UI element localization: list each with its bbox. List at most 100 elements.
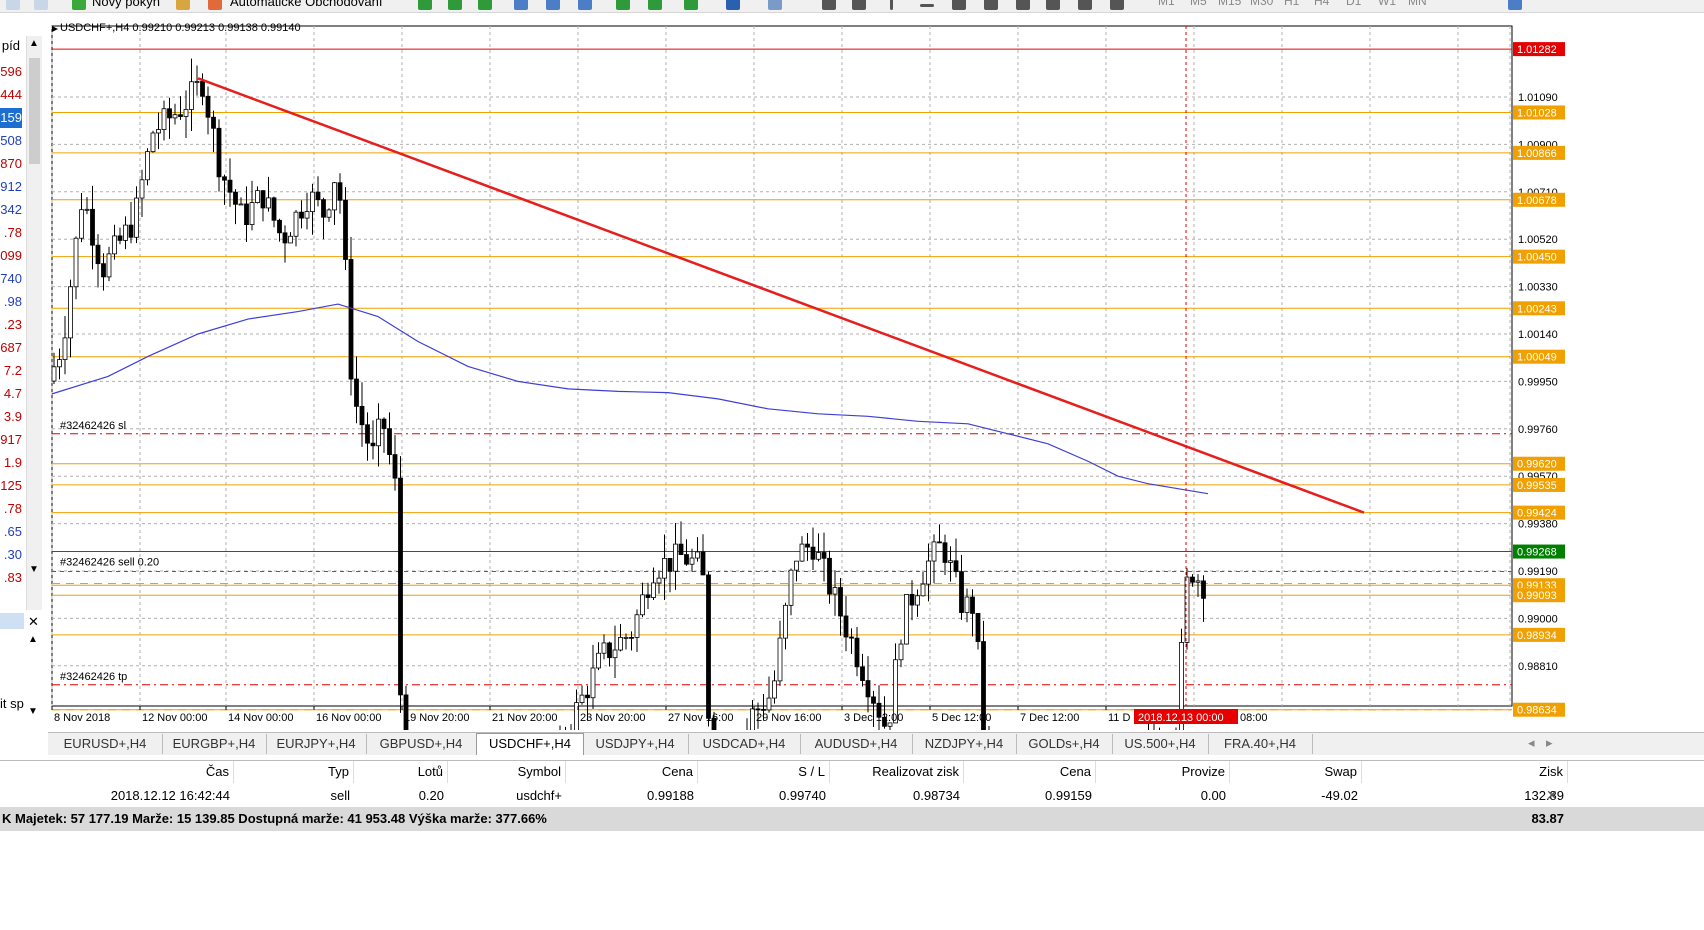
metaeditor-icon[interactable] [176,0,190,10]
market-watch-row[interactable]: .23 [0,315,22,335]
scroll-up-icon[interactable]: ▲ [28,634,38,645]
market-watch-row[interactable]: .83 [0,568,22,588]
market-watch-row[interactable]: 3.9 [0,407,22,427]
candle-body [667,558,673,572]
timeframe-h4[interactable]: H4 [1314,0,1329,8]
market-watch-row[interactable]: 444 [0,85,22,105]
chart-shift-icon[interactable] [616,0,630,10]
market-watch-row[interactable]: 342 [0,200,22,220]
market-watch-row[interactable]: 7.2 [0,361,22,381]
column-header[interactable]: S / L [698,761,830,783]
scroll-down-icon[interactable]: ▼ [29,564,39,575]
market-watch-row[interactable]: 740 [0,269,22,289]
trendline-icon[interactable] [952,0,966,10]
market-watch-row[interactable]: 1.9 [0,453,22,473]
column-header[interactable]: Symbol [448,761,566,783]
indicators-icon[interactable] [684,0,698,10]
channel-icon[interactable] [984,0,998,10]
timeframe-h1[interactable]: H1 [1284,0,1299,8]
market-watch-row[interactable]: 596 [0,62,22,82]
label-icon[interactable] [1078,0,1092,10]
column-header[interactable]: Provize [1096,761,1230,783]
market-watch-row[interactable]: 917 [0,430,22,450]
timeframe-m30[interactable]: M30 [1250,0,1273,8]
market-watch-row[interactable]: 870 [0,154,22,174]
scroll-down-icon[interactable]: ▼ [28,706,38,717]
close-icon[interactable]: ✕ [28,614,39,630]
zoom-window-icon[interactable] [34,0,48,10]
market-watch-row[interactable]: .78 [0,223,22,243]
timeframe-m1[interactable]: M1 [1158,0,1175,8]
market-watch-row[interactable]: 687 [0,338,22,358]
column-header[interactable]: Zisk [1362,761,1568,783]
bar-chart-icon[interactable] [418,0,432,10]
close-position-icon[interactable]: ✕ [1546,787,1558,804]
market-watch-scrollbar[interactable]: ▲ ▼ [26,36,42,610]
column-header[interactable]: Swap [1230,761,1362,783]
cursor-icon[interactable] [822,0,836,10]
new-order-icon[interactable] [72,0,86,10]
line-chart-icon[interactable] [478,0,492,10]
market-watch-row[interactable]: 912 [0,177,22,197]
periods-icon[interactable] [726,0,740,10]
market-watch-row[interactable]: .78 [0,499,22,519]
tab-scroll-right-icon[interactable]: ▸ [1546,735,1553,751]
market-watch-row[interactable]: .65 [0,522,22,542]
timeframe-mn[interactable]: MN [1408,0,1427,8]
crosshair-icon[interactable] [852,0,866,10]
column-header[interactable]: Cena [964,761,1096,783]
tab-gbpusd-h4[interactable]: GBPUSD+,H4 [366,734,477,754]
auto-trading-button[interactable]: Automatické Obchodování [230,0,382,9]
tab-eurgbp-h4[interactable]: EURGBP+,H4 [162,734,267,754]
scroll-up-icon[interactable]: ▲ [29,38,39,49]
arrows-icon[interactable] [1110,0,1124,10]
column-header[interactable]: Lotů [354,761,448,783]
text-icon[interactable] [1046,0,1060,10]
tab-usdcad-h4[interactable]: USDCAD+,H4 [688,734,801,754]
timeframe-m15[interactable]: M15 [1218,0,1241,8]
timeframe-w1[interactable]: W1 [1378,0,1396,8]
column-header[interactable]: Cena [566,761,698,783]
candle-chart-icon[interactable] [448,0,462,10]
tab-fra-40-h4[interactable]: FRA.40+,H4 [1208,734,1313,754]
column-header[interactable]: Realizovat zisk [830,761,964,783]
tab-eurusd-h4[interactable]: EURUSD+,H4 [48,734,163,754]
vertical-line-icon[interactable] [890,0,893,10]
autoscroll-icon[interactable] [648,0,662,10]
candle-body [623,636,629,639]
market-watch-row[interactable]: 125 [0,476,22,496]
market-watch-row[interactable]: .30 [0,545,22,565]
market-watch-row[interactable]: .98 [0,292,22,312]
market-watch-row[interactable]: 508 [0,131,22,151]
tab-golds-h4[interactable]: GOLDs+,H4 [1016,734,1113,754]
zoom-out-icon[interactable] [546,0,560,10]
tile-windows-icon[interactable] [578,0,592,10]
tab-audusd-h4[interactable]: AUDUSD+,H4 [800,734,913,754]
timeframe-m5[interactable]: M5 [1190,0,1207,8]
auto-trading-icon[interactable] [208,0,222,10]
scroll-thumb[interactable] [29,58,40,164]
candle-body [596,652,601,669]
search-icon[interactable] [1508,0,1522,10]
market-watch-row[interactable]: 4.7 [0,384,22,404]
column-header[interactable]: Čas [0,761,234,783]
tab-eurjpy-h4[interactable]: EURJPY+,H4 [266,734,367,754]
column-header[interactable]: Typ [234,761,354,783]
tab-usdchf-h4[interactable]: USDCHF+,H4 [476,733,584,755]
tab-scroll-left-icon[interactable]: ◂ [1528,735,1535,751]
tab-us-500-h4[interactable]: US.500+,H4 [1112,734,1209,754]
horizontal-line-icon[interactable] [920,4,934,7]
fibonacci-icon[interactable] [1016,0,1030,10]
chart-window[interactable]: 1.010901.009001.007101.005201.003301.001… [48,18,1704,930]
timeframe-d1[interactable]: D1 [1346,0,1361,8]
refresh-icon[interactable] [6,0,20,10]
tab-nzdjpy-h4[interactable]: NZDJPY+,H4 [912,734,1017,754]
templates-icon[interactable] [768,0,782,10]
market-watch-row[interactable]: 099 [0,246,22,266]
price-chart[interactable]: 1.010901.009001.007101.005201.003301.001… [48,18,1704,930]
time-tick-label: 14 Nov 00:00 [228,712,293,724]
new-order-button[interactable]: Nový pokyn [92,0,160,9]
market-watch-row[interactable]: 159 [0,108,22,128]
zoom-in-icon[interactable] [514,0,528,10]
tab-usdjpy-h4[interactable]: USDJPY+,H4 [582,734,689,754]
